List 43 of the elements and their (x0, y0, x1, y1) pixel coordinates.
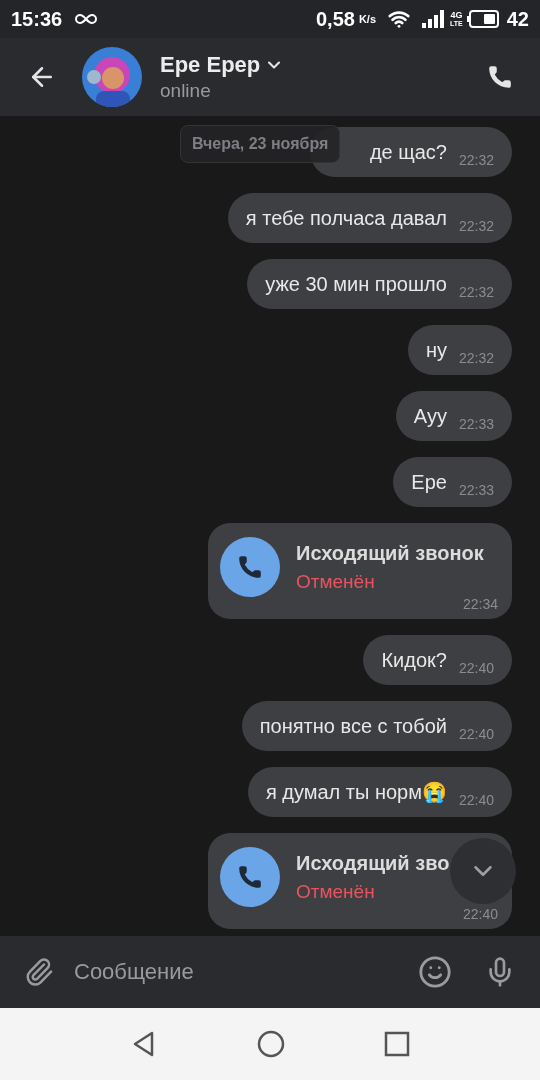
call-icon (220, 847, 280, 907)
network-speed: 0,58 (316, 7, 355, 32)
avatar[interactable] (82, 47, 142, 107)
message-text: я тебе полчаса давал (245, 206, 447, 231)
home-nav-icon[interactable] (257, 1030, 285, 1058)
message-time: 22:32 (458, 217, 494, 235)
call-title: Исходящий зво (296, 851, 450, 876)
message-time: 22:33 (458, 415, 494, 433)
attach-icon[interactable] (24, 957, 54, 987)
message-text: уже 30 мин прошло (265, 272, 447, 297)
message-time: 22:40 (458, 791, 494, 809)
emoji-icon[interactable] (418, 955, 452, 989)
clock: 15:36 (11, 7, 63, 32)
message-text: понятно все с тобой (259, 714, 447, 739)
date-pill: Вчера, 23 ноября (180, 125, 341, 163)
message-time: 22:40 (462, 905, 498, 923)
speed-unit: K/s (358, 11, 377, 27)
message-text: я думал ты норм😭 (265, 780, 447, 805)
message-time: 22:40 (458, 659, 494, 677)
wifi-icon (388, 8, 411, 30)
message-time: 22:33 (458, 481, 494, 499)
message-time: 22:32 (458, 151, 494, 169)
message-time: 22:32 (458, 349, 494, 367)
contact-status: online (160, 79, 212, 103)
call-status: Отменён (296, 880, 375, 904)
message-time: 22:32 (458, 283, 494, 301)
battery-level: 42 (506, 7, 529, 32)
message-time: 22:34 (462, 595, 498, 613)
message-text: Кидок? (381, 648, 447, 673)
network-type: 4G (450, 11, 463, 20)
battery-icon (466, 10, 499, 28)
message-text: ну (425, 338, 447, 363)
call-status: Отменён (296, 570, 375, 594)
signal-icon (422, 10, 447, 28)
message-text: Ере (411, 470, 447, 495)
contact-name[interactable]: Ере Ерер (160, 51, 261, 79)
message-text: де щас? (369, 140, 447, 165)
message-field[interactable]: Сообщение (74, 948, 418, 996)
call-icon (220, 537, 280, 597)
call-title: Исходящий звонок (296, 541, 484, 566)
recents-nav-icon[interactable] (384, 1031, 411, 1057)
message-time: 22:40 (458, 725, 494, 743)
message-text: Ауу (413, 404, 447, 429)
